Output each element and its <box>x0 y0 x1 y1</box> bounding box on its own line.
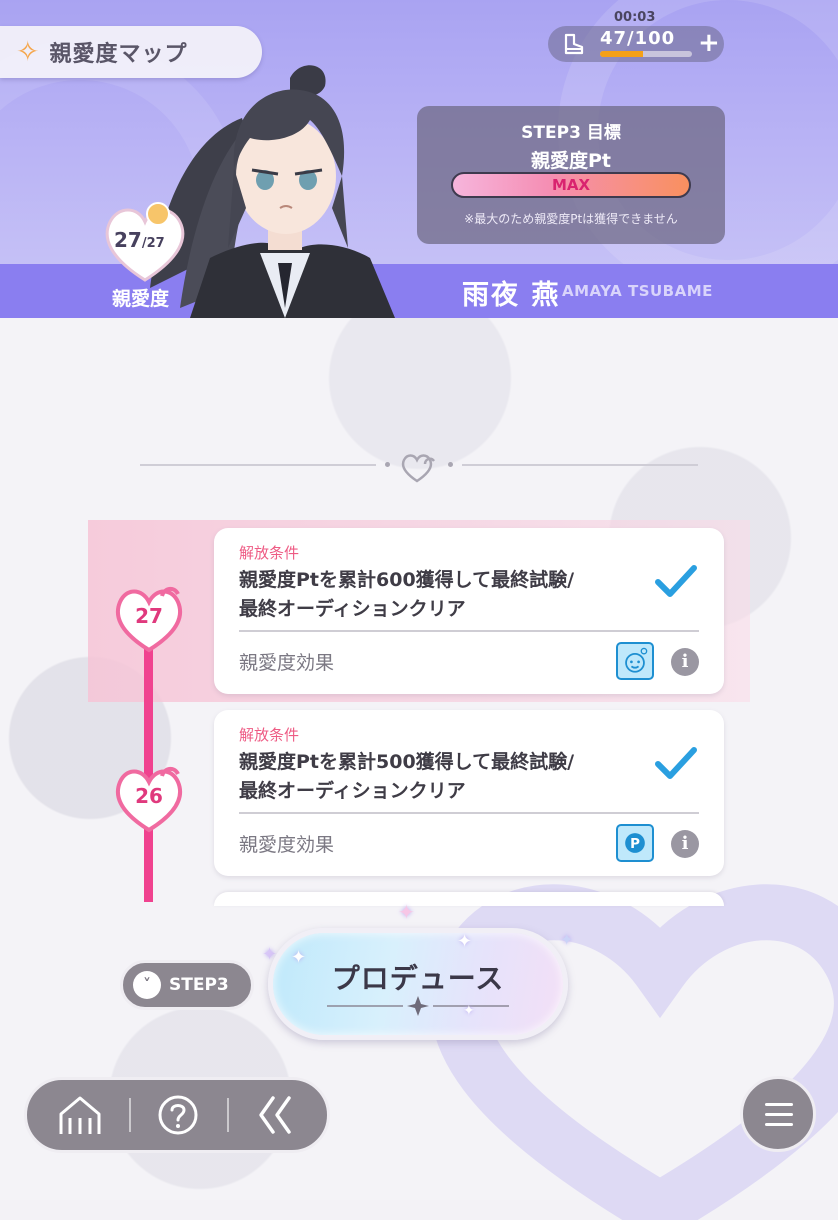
sparkle-icon: ✦ <box>398 900 415 924</box>
chevron-down-icon: ˅ <box>133 971 161 999</box>
info-icon[interactable]: i <box>671 830 699 858</box>
header: ✧ 親愛度マップ 00:03 47/100 + STEP3 目標 親愛度Pt M… <box>0 0 838 318</box>
sparkle-icon: ✧ <box>16 35 40 68</box>
ornament-divider-icon <box>327 996 509 1016</box>
level-number: 26 <box>112 764 186 834</box>
unlock-condition-label: 解放条件 <box>239 544 300 562</box>
card-separator <box>239 812 699 814</box>
info-icon[interactable]: i <box>671 648 699 676</box>
face-icon[interactable] <box>616 642 654 680</box>
affinity-level-card: 解放条件 親愛度Ptを累計600獲得して最終試験/ 最終オーディションクリア 親… <box>214 528 724 694</box>
affinity-label: 親愛度 <box>112 288 170 310</box>
step-toggle-label: STEP3 <box>169 975 229 995</box>
level-number: 27 <box>112 584 186 654</box>
sparkle-icon: ✦ <box>463 1003 475 1019</box>
affinity-effect-label: 親愛度効果 <box>239 834 335 856</box>
unlock-condition-label: 解放条件 <box>239 726 300 744</box>
unlock-condition-text: 親愛度Ptを累計500獲得して最終試験/ 最終オーディションクリア <box>239 751 575 802</box>
next-level-card-edge <box>214 892 724 906</box>
step-goal-title: STEP3 目標 <box>521 123 621 143</box>
add-stamina-button[interactable]: + <box>698 28 720 58</box>
back-icon[interactable] <box>251 1092 301 1138</box>
produce-button-label: プロデュース <box>331 962 505 995</box>
stamina-timer: 00:03 <box>614 10 656 25</box>
step-goal-note: ※最大のため親愛度Ptは獲得できません <box>464 212 678 226</box>
stamina-count: 47/100 <box>600 28 676 49</box>
step-goal-panel: STEP3 目標 親愛度Pt MAX ※最大のため親愛度Ptは獲得できません <box>417 106 725 244</box>
produce-button[interactable]: プロデュース ✦ ✦ ✦ <box>268 928 568 1040</box>
step-goal-subtitle: 親愛度Pt <box>530 150 611 172</box>
affinity-effect-label: 親愛度効果 <box>239 652 335 674</box>
card-separator <box>239 630 699 632</box>
sparkle-icon: ✦ <box>560 930 574 949</box>
sparkle-icon: ✦ <box>457 931 473 952</box>
level-number-27: 27 <box>135 604 163 628</box>
sparkle-icon: ✦ <box>291 947 307 968</box>
menu-button[interactable] <box>740 1076 816 1152</box>
bottom-nav-bar <box>24 1077 330 1153</box>
affinity-level-card: 解放条件 親愛度Ptを累計500獲得して最終試験/ 最終オーディションクリア 親… <box>214 710 724 876</box>
heart-outline-icon <box>401 454 435 483</box>
stamina-bar <box>600 51 692 57</box>
boot-icon <box>564 33 584 55</box>
svg-text:P: P <box>630 837 640 852</box>
section-divider <box>140 452 698 483</box>
affinity-progress-bar: MAX <box>451 172 691 198</box>
stamina-bar-fill <box>600 51 644 57</box>
home-icon[interactable] <box>55 1092 105 1138</box>
character-name-romaji: AMAYA TSUBAME <box>562 282 713 300</box>
step-toggle-button[interactable]: ˅ STEP3 <box>120 960 254 1010</box>
unlock-condition-text: 親愛度Ptを累計600獲得して最終試験/ 最終オーディションクリア <box>239 569 575 620</box>
p-item-icon[interactable]: P <box>616 824 654 862</box>
affinity-value: 27/27 <box>100 200 190 284</box>
stamina-indicator[interactable]: 47/100 + <box>548 26 724 62</box>
affinity-max: /27 <box>141 236 165 251</box>
hamburger-icon <box>765 1103 793 1133</box>
character-name: 雨夜 燕 <box>462 280 561 311</box>
help-icon[interactable] <box>153 1092 203 1138</box>
checkmark-icon <box>655 565 697 597</box>
level-number-26: 26 <box>135 784 163 808</box>
checkmark-icon <box>655 747 697 779</box>
affinity-current: 27 <box>114 228 142 252</box>
